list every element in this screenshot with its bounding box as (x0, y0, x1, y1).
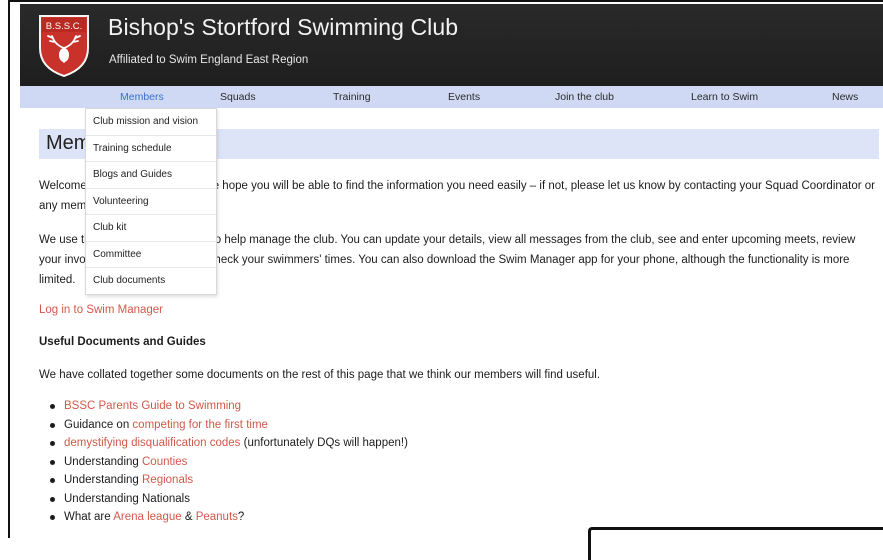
nav-item-training[interactable]: Training (333, 91, 371, 103)
list-item: demystifying disqualification codes (unf… (39, 434, 408, 453)
collated-documents-text: We have collated together some documents… (39, 369, 601, 381)
competing-first-time-link[interactable]: competing for the first time (132, 419, 268, 431)
login-swim-manager-link[interactable]: Log in to Swim Manager (39, 304, 163, 316)
dropdown-item-committee[interactable]: Committee (86, 242, 216, 268)
site-title[interactable]: Bishop's Stortford Swimming Club (108, 14, 458, 41)
dropdown-item-training-schedule[interactable]: Training schedule (86, 136, 216, 162)
nav-item-join-the-club[interactable]: Join the club (555, 91, 614, 103)
nav-item-learn-to-swim[interactable]: Learn to Swim (691, 91, 758, 103)
nav-item-events[interactable]: Events (448, 91, 480, 103)
nav-item-squads[interactable]: Squads (220, 91, 256, 103)
list-item: Understanding Regionals (39, 471, 408, 490)
regionals-link[interactable]: Regionals (142, 474, 193, 486)
parents-guide-link[interactable]: BSSC Parents Guide to Swimming (64, 400, 241, 412)
nav-item-news[interactable]: News (832, 91, 858, 103)
list-item: Understanding Counties (39, 453, 408, 472)
arena-league-link[interactable]: Arena league (113, 511, 181, 523)
site-header: B.S.S.C. Bishop's Stortford Swimming Clu… (20, 4, 883, 86)
counties-link[interactable]: Counties (142, 456, 187, 468)
main-nav: Members Squads Training Events Join the … (20, 86, 883, 108)
peanuts-link[interactable]: Peanuts (196, 511, 238, 523)
nav-item-members[interactable]: Members (120, 91, 164, 103)
members-dropdown-menu: Club mission and vision Training schedul… (85, 108, 217, 295)
list-item: Guidance on competing for the first time (39, 416, 408, 435)
dropdown-item-volunteering[interactable]: Volunteering (86, 189, 216, 215)
logo-text: B.S.S.C. (46, 21, 82, 32)
dq-codes-link[interactable]: demystifying disqualification codes (64, 437, 240, 449)
dropdown-item-club-kit[interactable]: Club kit (86, 215, 216, 242)
dropdown-item-club-mission[interactable]: Club mission and vision (86, 109, 216, 136)
list-item: What are Arena league & Peanuts? (39, 508, 408, 527)
overlay-panel-edge (588, 527, 883, 560)
documents-list: BSSC Parents Guide to Swimming Guidance … (39, 397, 408, 527)
list-item: Understanding Nationals (39, 490, 408, 509)
site-subtitle: Affiliated to Swim England East Region (109, 54, 309, 66)
useful-documents-heading: Useful Documents and Guides (39, 336, 206, 348)
club-logo[interactable]: B.S.S.C. (36, 12, 92, 78)
dropdown-item-club-documents[interactable]: Club documents (86, 268, 216, 294)
dropdown-item-blogs-and-guides[interactable]: Blogs and Guides (86, 162, 216, 189)
list-item: BSSC Parents Guide to Swimming (39, 397, 408, 416)
